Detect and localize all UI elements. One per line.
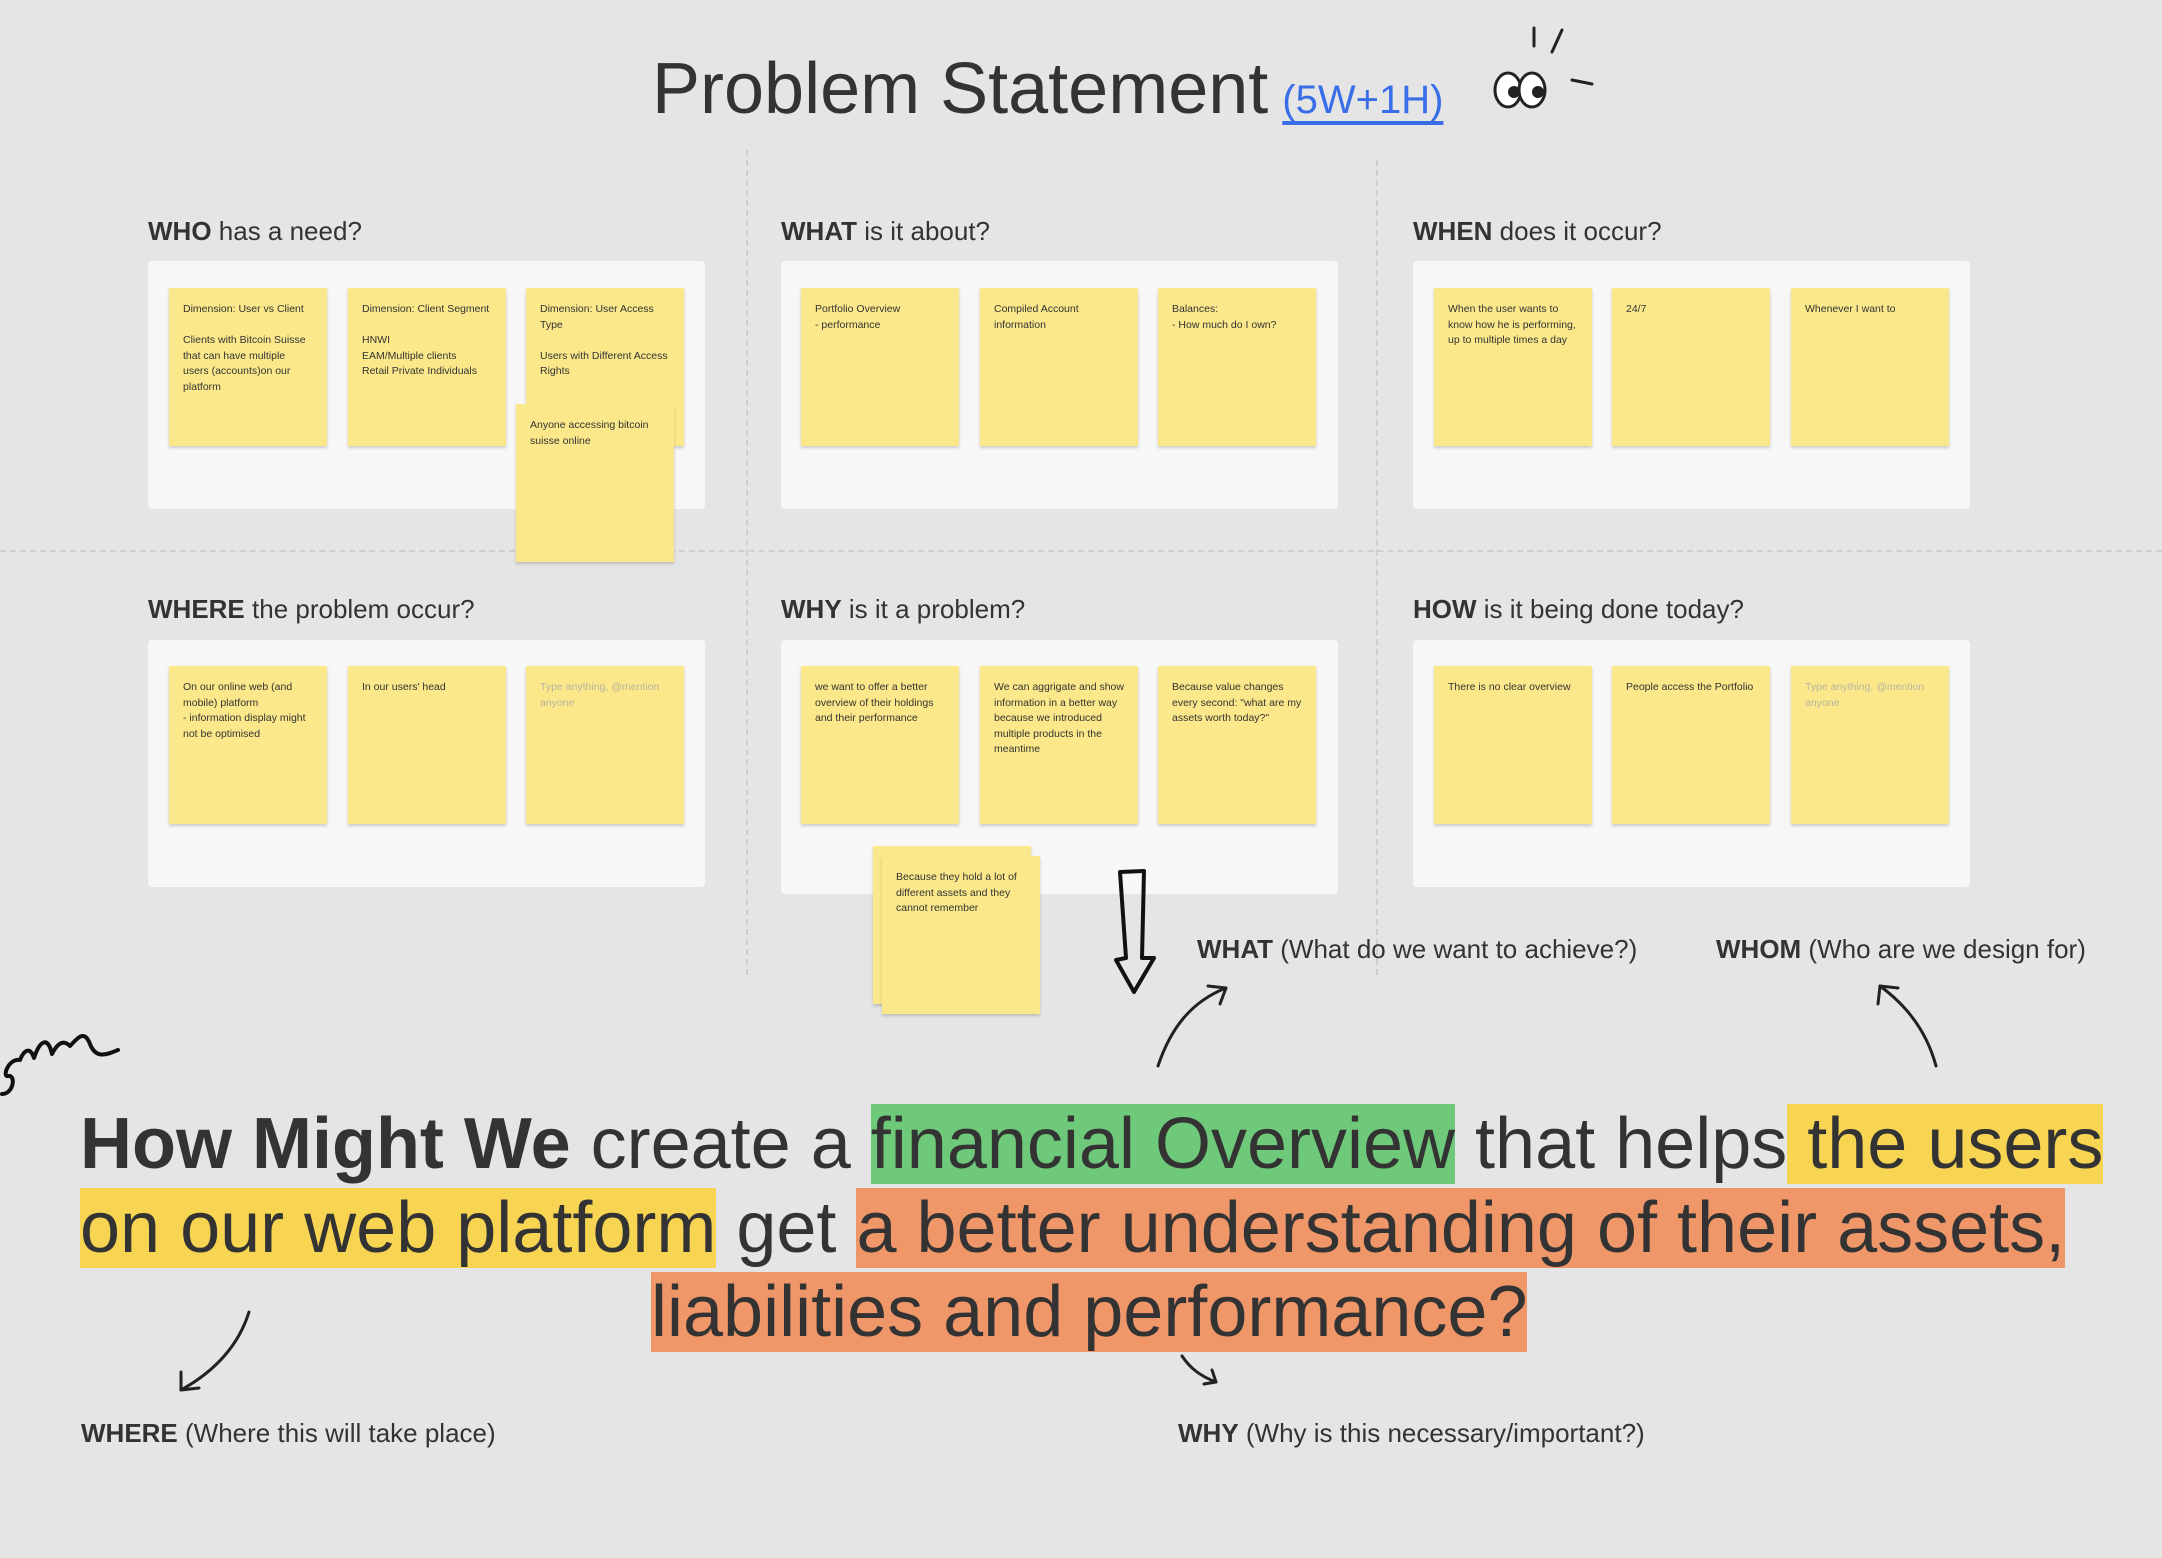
annotation-where: WHERE (Where this will take place) (81, 1418, 496, 1448)
sticky-note[interactable]: 24/7 (1612, 288, 1770, 446)
sticky-note[interactable]: Anyone accessing bitcoin suisse online (516, 404, 674, 562)
hmw-line-3: liabilities and performance? (651, 1270, 1528, 1354)
highlight-why: liabilities and performance? (651, 1272, 1528, 1352)
down-arrow-icon (1114, 869, 1156, 994)
grid-divider (746, 150, 748, 975)
highlight-where: on our web platform (80, 1188, 717, 1268)
sticky-note[interactable]: Dimension: Client Segment HNWI EAM/Multi… (348, 288, 506, 446)
page-title: Problem Statement (5W+1H) (652, 48, 1443, 130)
highlight-why: a better understanding of their assets, (856, 1188, 2066, 1268)
annotation-what: WHAT (What do we want to achieve?) (1197, 934, 1638, 964)
sticky-note[interactable]: Whenever I want to (1791, 288, 1949, 446)
sticky-note[interactable]: Because they hold a lot of different ass… (882, 856, 1040, 1014)
sticky-note[interactable]: We can aggrigate and show information in… (980, 666, 1138, 824)
highlight-what: financial Overview (870, 1104, 1456, 1184)
section-label-how: HOW is it being done today? (1413, 594, 1744, 624)
curved-arrow-icon (179, 1310, 251, 1392)
grid-divider (1376, 160, 1378, 975)
sticky-note[interactable]: Portfolio Overview - performance (801, 288, 959, 446)
curved-arrow-icon (1180, 1354, 1218, 1386)
eyes-icon (1493, 26, 1594, 109)
grid-divider (0, 550, 2162, 552)
section-label-why: WHY is it a problem? (781, 594, 1026, 624)
sticky-note[interactable]: we want to offer a better overview of th… (801, 666, 959, 824)
sticky-note-placeholder[interactable]: Type anything, @mention anyone (1791, 666, 1949, 824)
section-label-where: WHERE the problem occur? (148, 594, 475, 624)
curved-arrow-icon (1156, 984, 1228, 1068)
title-text: Problem Statement (652, 49, 1269, 129)
annotation-why: WHY (Why is this necessary/important?) (1178, 1418, 1645, 1448)
sticky-note[interactable]: On our online web (and mobile) platform … (169, 666, 327, 824)
sticky-note[interactable]: When the user wants to know how he is pe… (1434, 288, 1592, 446)
sticky-note-placeholder[interactable]: Type anything, @mention anyone (526, 666, 684, 824)
sticky-note[interactable]: There is no clear overview (1434, 666, 1592, 824)
sticky-note[interactable]: Dimension: User vs Client Clients with B… (169, 288, 327, 446)
annotation-whom: WHOM (Who are we design for) (1716, 934, 2086, 964)
highlight-whom: the users (1787, 1104, 2104, 1184)
sticky-note[interactable]: Because value changes every second: "wha… (1158, 666, 1316, 824)
title-link[interactable]: (5W+1H) (1282, 78, 1443, 122)
section-label-when: WHEN does it occur? (1413, 216, 1662, 246)
sticky-note[interactable]: In our users' head (348, 666, 506, 824)
curved-arrow-icon (1876, 984, 1938, 1068)
hmw-line-1: How Might We create a financial Overview… (80, 1104, 2104, 1184)
hmw-line-2: on our web platform get a better underst… (80, 1188, 2066, 1268)
sticky-note[interactable]: Compiled Account information (980, 288, 1138, 446)
section-label-what: WHAT is it about? (781, 216, 991, 246)
sticky-note[interactable]: Balances: - How much do I own? (1158, 288, 1316, 446)
sticky-note[interactable]: People access the Portfolio (1612, 666, 1770, 824)
section-label-who: WHO has a need? (148, 216, 362, 246)
scribble-icon (0, 1034, 120, 1096)
